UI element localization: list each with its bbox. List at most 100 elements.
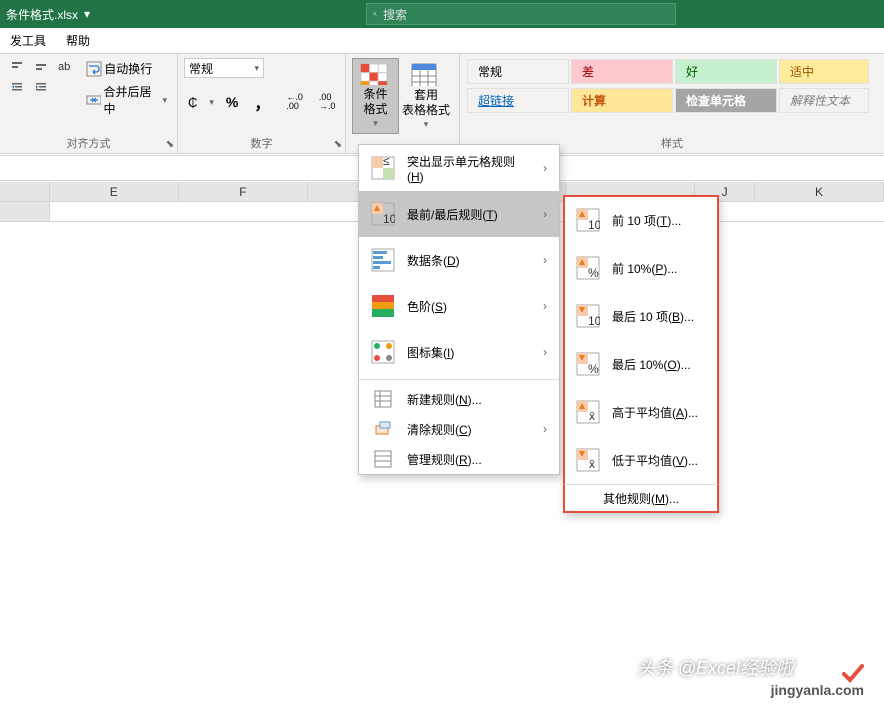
menu-new-rule[interactable]: 新建规则(N)...	[359, 384, 559, 414]
submenu-above-average[interactable]: x̄ 高于平均值(A)...	[564, 388, 718, 436]
chevron-down-icon[interactable]: ▾	[209, 97, 214, 108]
group-number-label: 数字	[184, 133, 339, 151]
svg-text:10: 10	[383, 212, 395, 226]
menu-highlight-rules[interactable]: ≤ 突出显示单元格规则(H) ›	[359, 145, 559, 191]
submenu-more-rules[interactable]: 其他规则(M)...	[564, 484, 718, 512]
style-calc[interactable]: 计算	[571, 88, 673, 113]
chevron-down-icon: ▾	[373, 118, 378, 129]
conditional-format-button[interactable]: 条件格式 ▾	[352, 58, 399, 134]
svg-text:10: 10	[588, 218, 600, 232]
select-all[interactable]	[0, 182, 50, 201]
row-header[interactable]	[0, 202, 50, 221]
top10-icon: 10	[576, 208, 600, 232]
highlight-icon: ≤	[371, 156, 395, 180]
table-format-button[interactable]: 套用 表格格式 ▾	[399, 58, 453, 134]
group-styles: 常规 差 好 适中 超链接 计算 检查单元格 解释性文本 样式	[460, 54, 884, 153]
ribbon: ab 自动换行 合并后居中 ▾ 对齐方式 ⬊	[0, 54, 884, 154]
style-link[interactable]: 超链接	[467, 88, 569, 113]
top-bottom-icon: 10	[371, 202, 395, 226]
top-bottom-submenu: 10 前 10 项(T)... % 前 10%(P)... 10 最后 10 项…	[563, 195, 719, 513]
style-check[interactable]: 检查单元格	[675, 88, 777, 113]
clear-icon	[371, 417, 395, 441]
number-format-select[interactable]: 常规 ▾	[184, 58, 264, 78]
menu-top-bottom-rules[interactable]: 10 最前/最后规则(T) ›	[359, 191, 559, 237]
chevron-right-icon: ›	[543, 422, 547, 436]
col-e[interactable]: E	[50, 182, 179, 201]
submenu-bottom-10-items[interactable]: 10 最后 10 项(B)...	[564, 292, 718, 340]
watermark-text: 头条 @Excel经验啦	[637, 654, 794, 680]
group-alignment: ab 自动换行 合并后居中 ▾ 对齐方式 ⬊	[0, 54, 178, 153]
style-good[interactable]: 好	[675, 59, 777, 84]
align-middle-button[interactable]	[30, 58, 52, 76]
new-rule-icon	[371, 387, 395, 411]
color-scales-icon	[371, 294, 395, 318]
menu-data-bars[interactable]: 数据条(D) ›	[359, 237, 559, 283]
submenu-top-10-items[interactable]: 10 前 10 项(T)...	[564, 196, 718, 244]
style-neutral[interactable]: 适中	[779, 59, 869, 84]
cond-fmt-menu: ≤ 突出显示单元格规则(H) › 10 最前/最后规则(T) › 数据条(D) …	[358, 144, 560, 475]
number-dialog-launcher[interactable]: ⬊	[334, 139, 342, 150]
tab-developer[interactable]: 发工具	[0, 28, 56, 53]
style-bad[interactable]: 差	[571, 59, 673, 84]
menu-manage-rules[interactable]: 管理规则(R)...	[359, 444, 559, 474]
title-bar: 条件格式.xlsx ▾ 搜索	[0, 0, 884, 28]
chevron-right-icon: ›	[543, 207, 547, 221]
decrease-decimal-button[interactable]: .00 →.0	[315, 88, 340, 116]
orientation-button[interactable]: ab	[54, 58, 74, 76]
merge-center-button[interactable]: 合并后居中 ▾	[82, 81, 171, 119]
tabs-row: 发工具 帮助	[0, 28, 884, 54]
svg-text:≤: ≤	[383, 156, 390, 168]
menu-icon-sets[interactable]: 图标集(I) ›	[359, 329, 559, 375]
group-cond-fmt: 条件格式 ▾ 套用 表格格式 ▾	[346, 54, 460, 153]
currency-button[interactable]: ₵	[184, 88, 201, 116]
table-fmt-icon	[410, 62, 442, 86]
chevron-down-icon: ▾	[254, 63, 259, 74]
wrap-text-button[interactable]: 自动换行	[82, 58, 171, 79]
col-f[interactable]: F	[179, 182, 308, 201]
group-alignment-label: 对齐方式	[6, 133, 171, 151]
svg-text:10: 10	[588, 314, 600, 328]
group-number: 常规 ▾ ₵ ▾ % ， ←.0 .00 .00 →.0 数字 ⬊	[178, 54, 346, 153]
chevron-right-icon: ›	[543, 345, 547, 359]
style-normal[interactable]: 常规	[467, 59, 569, 84]
cond-fmt-icon	[360, 63, 392, 85]
comma-button[interactable]: ，	[250, 88, 274, 116]
chevron-right-icon: ›	[543, 161, 547, 175]
svg-text:%: %	[588, 362, 599, 376]
watermark-site: jingyanla.com	[771, 682, 864, 698]
indent-button[interactable]	[30, 78, 52, 96]
style-expl[interactable]: 解释性文本	[779, 88, 869, 113]
svg-text:x̄: x̄	[589, 457, 595, 471]
submenu-below-average[interactable]: x̄ 低于平均值(V)...	[564, 436, 718, 484]
menu-separator	[359, 379, 559, 380]
icon-sets-icon	[371, 340, 395, 364]
menu-clear-rules[interactable]: 清除规则(C) ›	[359, 414, 559, 444]
search-placeholder: 搜索	[383, 6, 407, 23]
merge-icon	[86, 92, 101, 108]
svg-text:x̄: x̄	[589, 409, 595, 423]
watermark-logo	[840, 660, 864, 684]
submenu-top-10-percent[interactable]: % 前 10%(P)...	[564, 244, 718, 292]
search-box[interactable]: 搜索	[366, 3, 676, 25]
col-k[interactable]: K	[755, 182, 884, 201]
chevron-right-icon: ›	[543, 299, 547, 313]
manage-icon	[371, 447, 395, 471]
chevron-down-icon[interactable]: ▾	[162, 95, 167, 106]
filename-dropdown-icon[interactable]: ▾	[78, 7, 96, 21]
tab-help[interactable]: 帮助	[56, 28, 100, 53]
svg-text:%: %	[588, 266, 599, 280]
submenu-bottom-10-percent[interactable]: % 最后 10%(O)...	[564, 340, 718, 388]
outdent-button[interactable]	[6, 78, 28, 96]
percent-button[interactable]: %	[222, 88, 242, 116]
alignment-dialog-launcher[interactable]: ⬊	[166, 139, 174, 150]
menu-color-scales[interactable]: 色阶(S) ›	[359, 283, 559, 329]
top10pct-icon: %	[576, 256, 600, 280]
chevron-right-icon: ›	[543, 253, 547, 267]
wrap-icon	[86, 61, 102, 77]
search-icon	[367, 6, 383, 22]
align-top-button[interactable]	[6, 58, 28, 76]
bottom10pct-icon: %	[576, 352, 600, 376]
above-avg-icon: x̄	[576, 400, 600, 424]
chevron-down-icon: ▾	[424, 119, 429, 130]
increase-decimal-button[interactable]: ←.0 .00	[282, 88, 307, 116]
